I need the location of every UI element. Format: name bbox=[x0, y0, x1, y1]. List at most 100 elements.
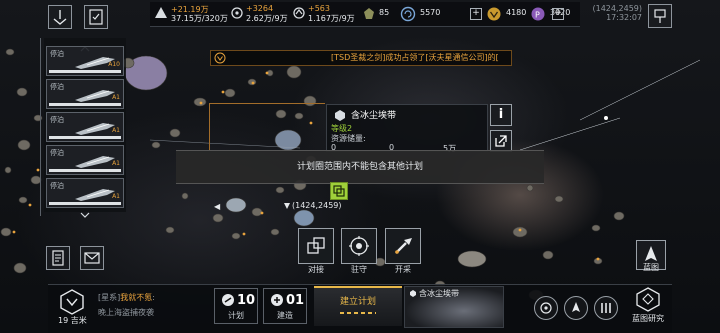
metal-value: 37.15万/320万 bbox=[171, 14, 228, 23]
server-time: 17:32:07 bbox=[606, 13, 642, 22]
tasks-button[interactable] bbox=[84, 5, 108, 29]
create-plan-label: 建立计划 bbox=[339, 297, 376, 307]
fleet-status: 停泊 bbox=[50, 116, 64, 124]
target-lock-button[interactable] bbox=[534, 296, 558, 320]
crystal-resource[interactable]: +3264 2.62万/9万 bbox=[230, 4, 296, 24]
energy-icon bbox=[364, 8, 374, 19]
drill-icon bbox=[395, 238, 412, 254]
gold-resource[interactable]: 4180 bbox=[486, 5, 536, 23]
plan-square-icon bbox=[333, 185, 345, 197]
credits-value: 5570 bbox=[420, 8, 441, 17]
fleet-row[interactable]: 停泊 A1 bbox=[46, 178, 124, 208]
dock-icon bbox=[307, 237, 325, 254]
fleet-status: 停泊 bbox=[50, 50, 64, 58]
document-icon bbox=[52, 250, 64, 266]
fleet-hp-bar bbox=[49, 103, 121, 106]
gas-icon bbox=[293, 7, 305, 19]
garrison-button[interactable] bbox=[341, 228, 377, 264]
crystal-value: 2.62万/9万 bbox=[246, 14, 288, 23]
toast-message: 计划圈范围内不能包含其他计划 bbox=[176, 150, 544, 184]
alliance-emblem-icon bbox=[214, 52, 226, 64]
fleet-tier: A1 bbox=[112, 160, 120, 167]
target-thumbnail[interactable]: 含冰尘埃带 bbox=[404, 286, 504, 328]
current-coordinates: (1424,2459) bbox=[592, 4, 642, 13]
ship-icon bbox=[75, 156, 115, 168]
pin-icon bbox=[284, 203, 290, 209]
mine-label: 开采 bbox=[395, 265, 411, 274]
crew-button[interactable] bbox=[594, 296, 618, 320]
map-label-coords: (1424,2459) bbox=[292, 201, 342, 210]
fleet-overview-button[interactable] bbox=[564, 296, 588, 320]
gold-coin-icon bbox=[487, 7, 501, 21]
fleet-status: 停泊 bbox=[50, 149, 64, 157]
selected-target-marker[interactable] bbox=[330, 182, 348, 200]
plan-counter-button[interactable]: 10 计划 bbox=[214, 288, 258, 324]
fleet-row[interactable]: 停泊 A1 bbox=[46, 79, 124, 109]
mine-button[interactable] bbox=[385, 228, 421, 264]
mail-icon bbox=[84, 252, 100, 264]
target-icon bbox=[540, 302, 552, 314]
alliance-logo-icon bbox=[60, 289, 84, 315]
flag-icon bbox=[654, 9, 666, 23]
blueprint-research-label: 蓝图研究 bbox=[632, 314, 664, 323]
chat-channel: [星系] bbox=[98, 293, 121, 302]
dock-button[interactable] bbox=[298, 228, 334, 264]
create-plan-button[interactable]: 建立计划 bbox=[314, 286, 402, 326]
gas-rate: +563 bbox=[308, 4, 330, 13]
fleet-scroll-up-button[interactable] bbox=[78, 38, 92, 52]
metal-icon bbox=[155, 7, 167, 18]
bookmark-button[interactable] bbox=[648, 4, 672, 28]
credits-add-button[interactable]: + bbox=[470, 8, 482, 20]
plan-label: 计划 bbox=[228, 311, 244, 320]
ship-icon bbox=[75, 123, 115, 135]
alliance-button[interactable]: 19 吉米 bbox=[52, 287, 92, 327]
mail-button[interactable] bbox=[80, 246, 104, 270]
fleet-row[interactable]: 停泊 A1 bbox=[46, 145, 124, 175]
news-ticker[interactable]: [TSD圣裁之剑]成功占领了[沃夫星通信公司]的[ bbox=[210, 50, 512, 66]
fleet-tier: A1 bbox=[112, 193, 120, 200]
gas-resource[interactable]: +563 1.167万/9万 bbox=[292, 4, 358, 24]
fleet-hp-bar bbox=[49, 70, 121, 73]
news-text: [TSD圣裁之剑]成功占领了[沃夫星通信公司]的[ bbox=[331, 53, 499, 62]
panel-divider bbox=[40, 38, 41, 216]
chat-preview[interactable]: [星系]我就不氪: 晚上海盗捕夜袭 bbox=[98, 292, 206, 322]
credits-icon bbox=[400, 6, 416, 22]
plan-progress-dots bbox=[340, 312, 376, 314]
fleet-hp-bar bbox=[49, 136, 121, 139]
premium-add-button[interactable]: + bbox=[552, 8, 564, 20]
plan-count: 10 bbox=[237, 293, 256, 308]
fleet-tier: A1 bbox=[112, 127, 120, 134]
plan-range-line bbox=[209, 103, 210, 151]
toast-text: 计划圈范围内不能包含其他计划 bbox=[296, 162, 423, 172]
resource-bar: +21.19万 37.15万/320万 +3264 2.62万/9万 +563 … bbox=[150, 2, 580, 27]
blueprint-label: 蓝图 bbox=[643, 263, 659, 272]
gold-value: 4180 bbox=[506, 8, 527, 17]
build-icon bbox=[271, 294, 283, 306]
chat-message: 晚上海盗捕夜袭 bbox=[98, 308, 154, 317]
star-map-view[interactable]: +21.19万 37.15万/320万 +3264 2.62万/9万 +563 … bbox=[0, 0, 720, 333]
fleet-status: 停泊 bbox=[50, 182, 64, 190]
fleet-tier: A1 bbox=[112, 94, 120, 101]
research-emblem-icon bbox=[636, 287, 660, 312]
blueprint-research-button[interactable]: 蓝图研究 bbox=[624, 284, 672, 328]
fleet-row[interactable]: 停泊 A10 bbox=[46, 46, 124, 76]
info-button[interactable]: i bbox=[490, 104, 512, 126]
menu-button[interactable] bbox=[48, 5, 72, 29]
dock-label: 对接 bbox=[308, 265, 324, 274]
build-count: 01 bbox=[286, 293, 305, 308]
compass-icon bbox=[53, 10, 67, 25]
build-label: 建造 bbox=[277, 311, 293, 320]
log-button[interactable] bbox=[46, 246, 70, 270]
fleet-row[interactable]: 停泊 A1 bbox=[46, 112, 124, 142]
svg-text:P: P bbox=[535, 11, 540, 20]
credits-resource[interactable]: 5570 bbox=[400, 5, 470, 23]
build-counter-button[interactable]: 01 建造 bbox=[263, 288, 307, 324]
metal-resource[interactable]: +21.19万 37.15万/320万 bbox=[154, 4, 234, 24]
share-button[interactable] bbox=[490, 130, 512, 152]
thumbnail-caption: 含冰尘埃带 bbox=[419, 289, 459, 298]
energy-resource[interactable]: 85 bbox=[362, 6, 398, 22]
ship-icon bbox=[75, 189, 115, 201]
chevron-down-icon bbox=[80, 212, 90, 218]
gas-value: 1.167万/9万 bbox=[308, 14, 355, 23]
premium-coin-icon: P bbox=[531, 7, 545, 21]
